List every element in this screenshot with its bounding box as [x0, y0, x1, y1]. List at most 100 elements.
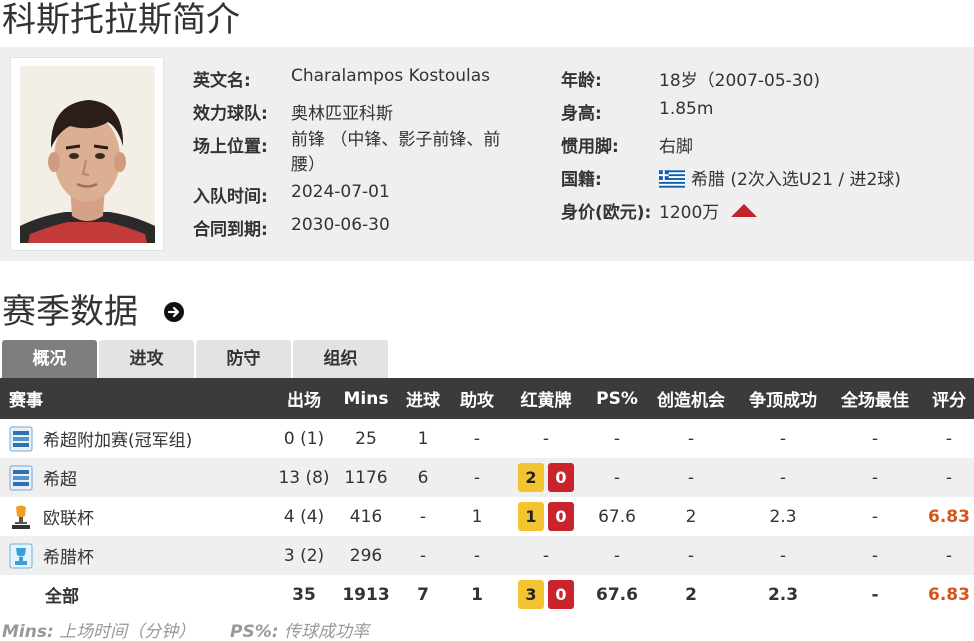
- competition-name: 希超附加赛(冠军组): [43, 431, 193, 451]
- chances-cell: -: [687, 545, 695, 566]
- europa-league-icon: [12, 505, 30, 529]
- goals-cell: 7: [417, 584, 429, 605]
- ps-cell: -: [613, 428, 621, 449]
- competition-name: 希超: [43, 470, 77, 490]
- cards-cell: -: [542, 545, 550, 566]
- apps-cell: 35: [292, 584, 316, 605]
- col-apps[interactable]: 出场: [278, 378, 330, 419]
- ps-cell: 67.6: [596, 584, 638, 605]
- aerials-cell: 2.3: [769, 506, 797, 527]
- cards-cell: 10: [508, 497, 584, 536]
- nationality-text: 希腊 (2次入选U21 / 进2球): [691, 170, 901, 190]
- foot-value: 右脚: [659, 137, 693, 157]
- competition-cell[interactable]: 希超: [9, 458, 269, 497]
- yellow-card-count: 2: [518, 463, 544, 492]
- goals-cell: -: [419, 545, 427, 566]
- goals-cell: 6: [417, 467, 429, 488]
- chances-cell: 2: [685, 506, 697, 527]
- goals-cell: 1: [417, 428, 429, 449]
- page-title: 科斯托拉斯简介: [2, 0, 240, 40]
- age-value: 18岁（2007-05-30): [659, 71, 821, 91]
- footnote-ps-desc: 传球成功率: [283, 622, 369, 641]
- ps-cell: -: [613, 545, 621, 566]
- mins-cell: 1913: [342, 584, 390, 605]
- table-total-row: 全部 35 1913 7 1 30 67.6 2 2.3 - 6.83: [0, 575, 974, 614]
- age-label: 年龄:: [561, 71, 602, 91]
- competition-cell[interactable]: 希腊杯: [9, 536, 269, 575]
- competition-cell[interactable]: 欧联杯: [9, 497, 269, 536]
- market-value-text: 1200万: [659, 203, 720, 223]
- apps-cell: 3 (2): [283, 545, 325, 566]
- club-label: 效力球队:: [193, 104, 268, 124]
- col-cards[interactable]: 红黄牌: [508, 378, 584, 419]
- footnote-mins-desc: 上场时间（分钟）: [59, 622, 196, 641]
- footnote-ps-key: PS%:: [230, 622, 279, 641]
- col-goals[interactable]: 进球: [400, 378, 446, 419]
- yellow-card-count: 1: [518, 502, 544, 531]
- col-aerials[interactable]: 争顶成功: [743, 378, 823, 419]
- footnote-mins: Mins: 上场时间（分钟）: [2, 617, 195, 641]
- greek-cup-icon: [9, 543, 33, 568]
- col-ps[interactable]: PS%: [590, 378, 644, 419]
- table-row: 希超附加赛(冠军组) 0 (1) 25 1 - - - - - - -: [0, 419, 974, 458]
- nationality-label: 国籍:: [561, 170, 602, 190]
- height-value: 1.85m: [659, 99, 714, 119]
- col-assists[interactable]: 助攻: [454, 378, 500, 419]
- competition-cell[interactable]: 希超附加赛(冠军组): [9, 419, 269, 458]
- col-competition[interactable]: 赛事: [9, 378, 129, 419]
- season-section-title: 赛季数据: [2, 292, 138, 332]
- aerials-cell: 2.3: [767, 584, 799, 605]
- chances-cell: -: [687, 428, 695, 449]
- assists-cell: -: [473, 428, 481, 449]
- english-name-value: Charalampos Kostoulas: [291, 66, 491, 86]
- rating-cell: 6.83: [928, 584, 970, 605]
- tab-defense[interactable]: 防守: [196, 340, 291, 378]
- col-motm[interactable]: 全场最佳: [835, 378, 915, 419]
- tab-attack[interactable]: 进攻: [99, 340, 194, 378]
- total-label: 全部: [45, 587, 79, 607]
- col-mins[interactable]: Mins: [338, 378, 394, 419]
- english-name-label: 英文名:: [193, 71, 251, 91]
- trend-up-icon: [731, 204, 758, 217]
- contract-label: 合同到期:: [193, 220, 268, 240]
- cards-cell: 20: [508, 458, 584, 497]
- motm-cell: -: [871, 467, 879, 488]
- col-chances[interactable]: 创造机会: [651, 378, 731, 419]
- contract-value: 2030-06-30: [291, 215, 390, 235]
- rating-cell: 6.83: [928, 506, 970, 527]
- cards-cell: -: [542, 428, 550, 449]
- table-row: 希腊杯 3 (2) 296 - - - - - - - -: [0, 536, 974, 575]
- cards-cell: 30: [508, 575, 584, 614]
- club-link[interactable]: 奥林匹亚科斯: [291, 99, 393, 124]
- position-label: 场上位置:: [193, 137, 268, 157]
- col-rating[interactable]: 评分: [927, 378, 971, 419]
- tab-organize[interactable]: 组织: [293, 340, 388, 378]
- motm-cell: -: [871, 545, 879, 566]
- motm-cell: -: [871, 428, 879, 449]
- apps-cell: 0 (1): [283, 428, 325, 449]
- arrow-circle-right-icon[interactable]: [164, 302, 184, 322]
- foot-label: 惯用脚:: [561, 137, 619, 157]
- greece-flag-icon: [659, 170, 685, 188]
- ps-cell: -: [613, 467, 621, 488]
- nationality-value: 希腊 (2次入选U21 / 进2球): [659, 165, 901, 190]
- competition-name: 欧联杯: [43, 509, 94, 529]
- mins-cell: 1176: [344, 467, 388, 488]
- rating-cell: -: [945, 467, 953, 488]
- aerials-cell: -: [779, 545, 787, 566]
- motm-cell: -: [871, 506, 879, 527]
- tab-overview[interactable]: 概况: [2, 340, 97, 378]
- assists-cell: -: [473, 467, 481, 488]
- mins-cell: 25: [355, 428, 377, 449]
- rating-cell: -: [945, 428, 953, 449]
- super-league-icon: [9, 465, 33, 490]
- value-label: 身价(欧元):: [561, 203, 652, 223]
- assists-cell: 1: [471, 584, 483, 605]
- aerials-cell: -: [779, 428, 787, 449]
- rating-cell: -: [945, 545, 953, 566]
- aerials-cell: -: [779, 467, 787, 488]
- profile-card: 英文名: Charalampos Kostoulas 效力球队: 奥林匹亚科斯 …: [0, 47, 974, 261]
- table-header: 赛事 出场 Mins 进球 助攻 红黄牌 PS% 创造机会 争顶成功 全场最佳 …: [0, 378, 974, 419]
- joined-value: 2024-07-01: [291, 182, 390, 202]
- table-row: 欧联杯 4 (4) 416 - 1 10 67.6 2 2.3 - 6.83: [0, 497, 974, 536]
